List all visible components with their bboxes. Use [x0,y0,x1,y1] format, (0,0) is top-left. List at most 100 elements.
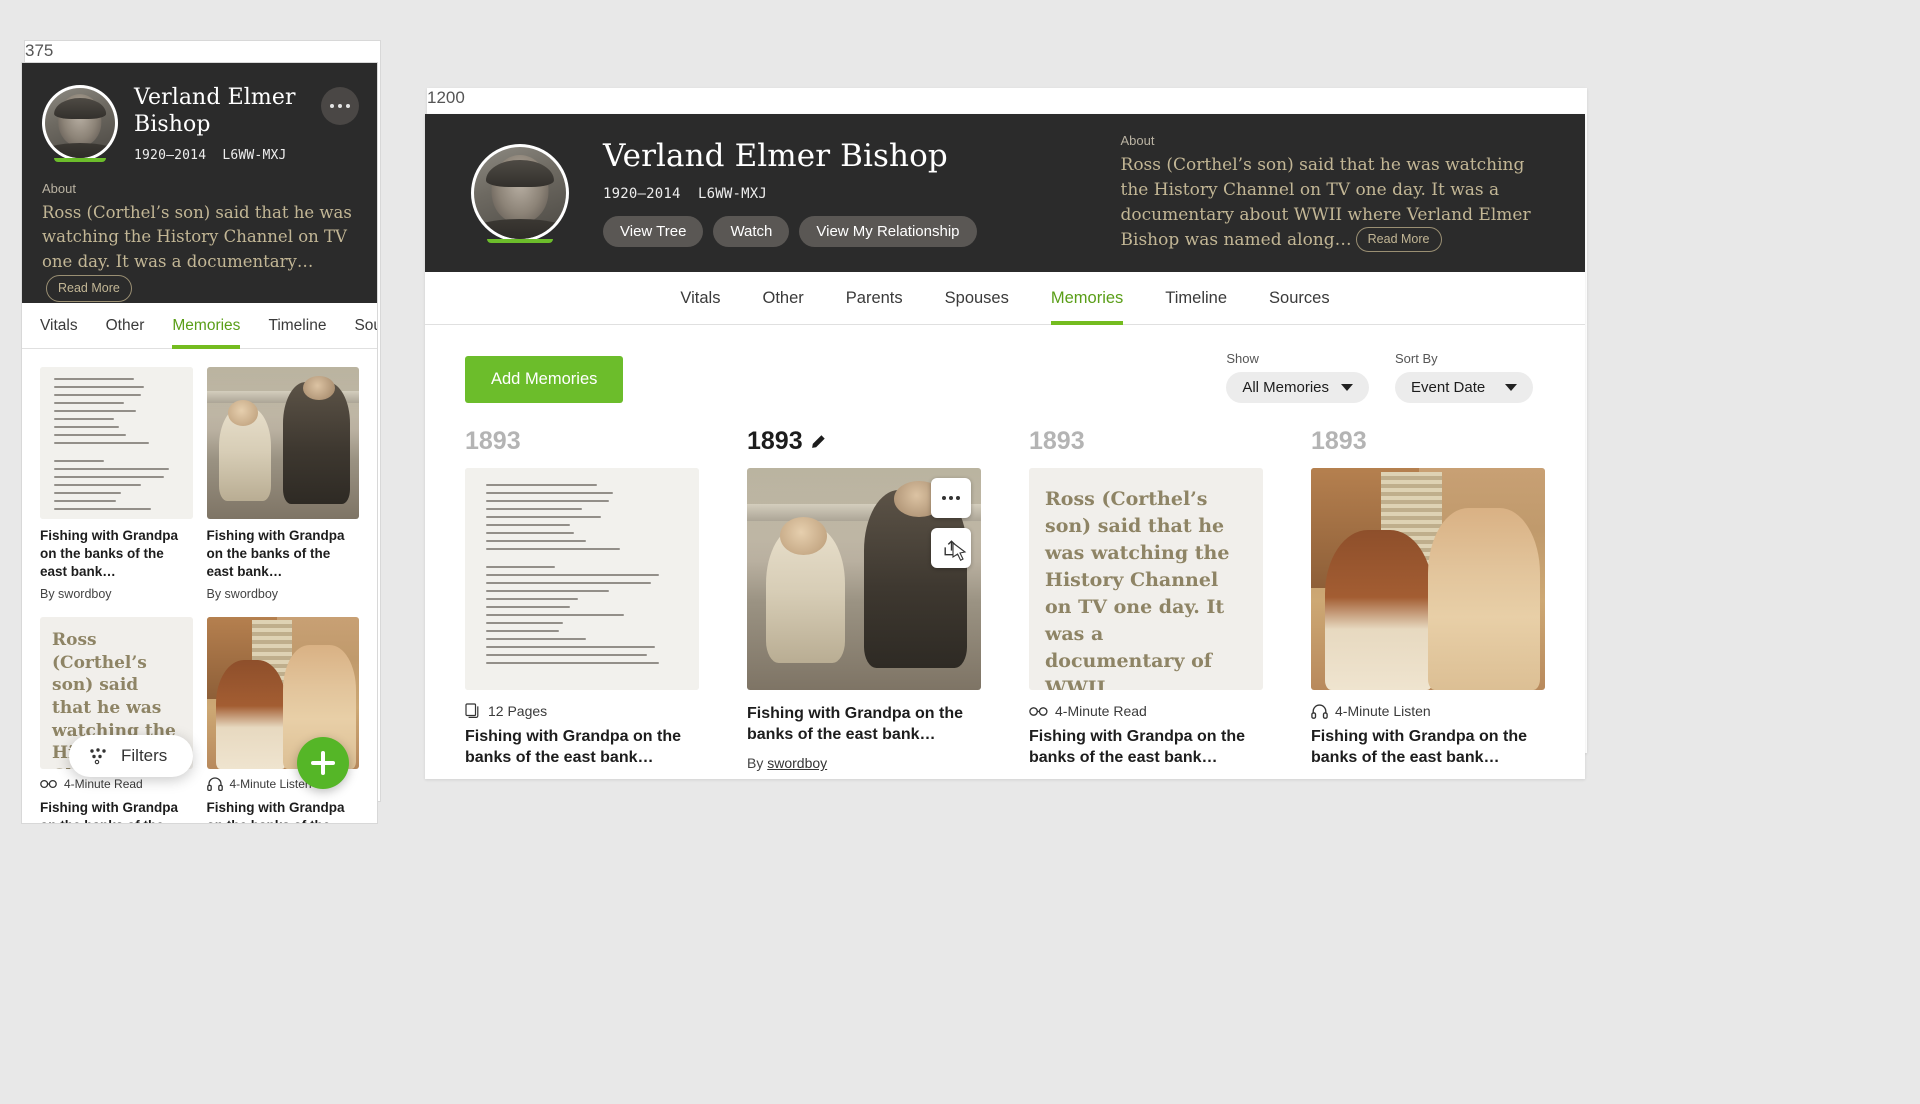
memory-title[interactable]: Fishing with Grandpa on the banks of the… [747,703,981,745]
avatar-shoulder [474,218,566,239]
tab-other[interactable]: Other [762,272,803,325]
memory-title[interactable]: Fishing with Grandpa on the banks of the… [40,799,193,823]
avatar-shoulder [45,142,115,158]
mobile-profile-header: Verland Elmer Bishop 1920–2014 L6WW-MXJ … [22,63,377,303]
person-identifiers: 1920–2014 L6WW-MXJ [603,186,977,202]
memory-card[interactable]: Fishing with Grandpa on the banks of the… [206,367,360,602]
mobile-header-top: Verland Elmer Bishop 1920–2014 L6WW-MXJ [42,85,357,163]
avatar-photo [45,88,115,158]
add-memories-button[interactable]: Add Memories [465,356,624,403]
about-label: About [1120,132,1155,148]
avatar[interactable] [471,144,569,243]
memory-meta-label: 4-Minute Listen [229,777,312,792]
person-identifiers: 1920–2014 L6WW-MXJ [134,148,357,163]
memory-author-link[interactable]: swordboy [1331,778,1391,779]
mobile-tabbar: Vitals Other Memories Timeline Sources [22,303,377,349]
memory-title[interactable]: Fishing with Grandpa on the banks of the… [465,726,699,768]
memory-card[interactable]: 1893 [465,427,699,779]
tab-memories[interactable]: Memories [1050,272,1124,325]
header-action-buttons: View Tree Watch View My Relationship [603,215,977,247]
desktop-tabbar: Vitals Other Parents Spouses Memories Ti… [425,272,1585,325]
desktop-name-block: Verland Elmer Bishop 1920–2014 L6WW-MXJ … [603,139,977,247]
memory-author-prefix: By [747,755,768,772]
add-memory-fab[interactable] [297,737,349,789]
sort-by-select[interactable]: Event Date [1395,372,1533,403]
memory-card[interactable]: 1893 4-Minute Listen Fishing with Grandp… [1311,427,1545,779]
memory-card[interactable]: Fishing with Grandpa on the banks of the… [40,367,193,601]
tab-timeline[interactable]: Timeline [268,303,326,349]
memory-author: By swordboy [206,587,279,602]
memory-story-excerpt[interactable]: Ross (Corthel’s son) said that he was wa… [1029,468,1263,690]
filter-controls: Show All Memories Sort By Event Date [1226,351,1533,403]
memory-thumbnail-document[interactable] [40,367,193,519]
page-title: Verland Elmer Bishop [603,138,948,175]
memory-year-value: 1893 [747,427,803,455]
tab-parents[interactable]: Parents [846,272,903,325]
person-id: L6WW-MXJ [222,147,287,163]
desktop-memories-grid: 1893 12 Pages Fishing with Grandpa on th… [425,403,1585,779]
screenshot-stage: 375 1200 Verland Elmer Bishop 1920–2014 … [0,0,1920,1104]
memory-author: By swordboy [465,778,699,779]
tab-memories[interactable]: Memories [172,303,241,349]
about-text-value: Ross (Corthel’s son) said that he was wa… [1120,154,1531,251]
tab-vitals[interactable]: Vitals [40,303,78,349]
memory-author-link[interactable]: swordboy [485,778,545,779]
headphones-icon [206,777,223,792]
view-tree-button[interactable]: View Tree [603,215,704,247]
memory-author-prefix: By [1311,778,1331,779]
memory-author-link[interactable]: swordboy [1049,778,1109,779]
memory-meta: 4-Minute Read [1029,703,1263,719]
memory-thumbnail-photo[interactable] [1311,468,1545,690]
read-more-button[interactable]: Read More [46,274,132,302]
more-options-button[interactable] [931,478,971,518]
filters-label: Filters [121,746,168,765]
memory-meta-label: 4-Minute Read [1055,703,1147,719]
tab-other[interactable]: Other [106,303,145,349]
memory-title[interactable]: Fishing with Grandpa on the banks of the… [1311,726,1545,768]
memory-title[interactable]: Fishing with Grandpa on the banks of the… [207,799,360,823]
memory-year: 1893 [1029,427,1085,455]
memory-thumbnail-document[interactable] [465,468,699,690]
memory-title[interactable]: Fishing with Grandpa on the banks of the… [207,527,360,581]
memory-card[interactable]: 4-Minute Listen Fishing with Grandpa on … [206,617,360,823]
desktop-profile-header: Verland Elmer Bishop 1920–2014 L6WW-MXJ … [425,114,1585,272]
filters-button[interactable]: Filters [69,735,194,777]
tab-spouses[interactable]: Spouses [945,272,1009,325]
tab-vitals[interactable]: Vitals [680,272,720,325]
person-id: L6WW-MXJ [697,185,767,202]
dot-icon [942,496,946,500]
person-lifespan: 1920–2014 [603,185,681,202]
person-figure [215,659,286,770]
memory-meta: 12 Pages [465,703,699,719]
more-options-button[interactable] [321,87,359,125]
mobile-viewport: Verland Elmer Bishop 1920–2014 L6WW-MXJ … [21,62,378,824]
headphones-icon [1311,703,1328,719]
pencil-icon[interactable] [810,434,826,450]
tab-sources[interactable]: Sources [1269,272,1330,325]
memory-card[interactable]: Ross (Corthel’s son) said that he was wa… [40,617,193,823]
show-select[interactable]: All Memories [1226,372,1369,403]
memory-title[interactable]: Fishing with Grandpa on the banks of the… [1029,726,1263,768]
tab-sources[interactable]: Sources [354,303,377,349]
tab-timeline[interactable]: Timeline [1165,272,1227,325]
about-text: Ross (Corthel’s son) said that he was wa… [42,201,357,302]
memory-card[interactable]: 1893 [747,427,981,779]
show-select-value: All Memories [1242,379,1329,396]
view-my-relationship-button[interactable]: View My Relationship [799,215,977,247]
memory-author-link[interactable]: swordboy [767,755,827,771]
mouse-cursor-icon [952,542,967,561]
avatar-cap [485,159,555,188]
memories-toolbar: Add Memories Show All Memories Sort By E… [425,325,1585,403]
memory-author-prefix: By [1029,778,1049,779]
sort-by-label: Sort By [1395,351,1438,366]
chevron-down-icon [1505,384,1517,391]
read-more-button[interactable]: Read More [1355,227,1442,252]
memory-author: By swordboy [747,755,981,771]
memory-meta-label: 4-Minute Listen [1335,703,1431,719]
memory-thumbnail-photo[interactable] [206,367,359,519]
watch-button[interactable]: Watch [713,215,790,247]
avatar[interactable] [42,85,118,162]
sort-filter-group: Sort By Event Date [1395,351,1533,403]
memory-card[interactable]: 1893 Ross (Corthel’s son) said that he w… [1029,427,1263,779]
memory-title[interactable]: Fishing with Grandpa on the banks of the… [40,527,193,581]
